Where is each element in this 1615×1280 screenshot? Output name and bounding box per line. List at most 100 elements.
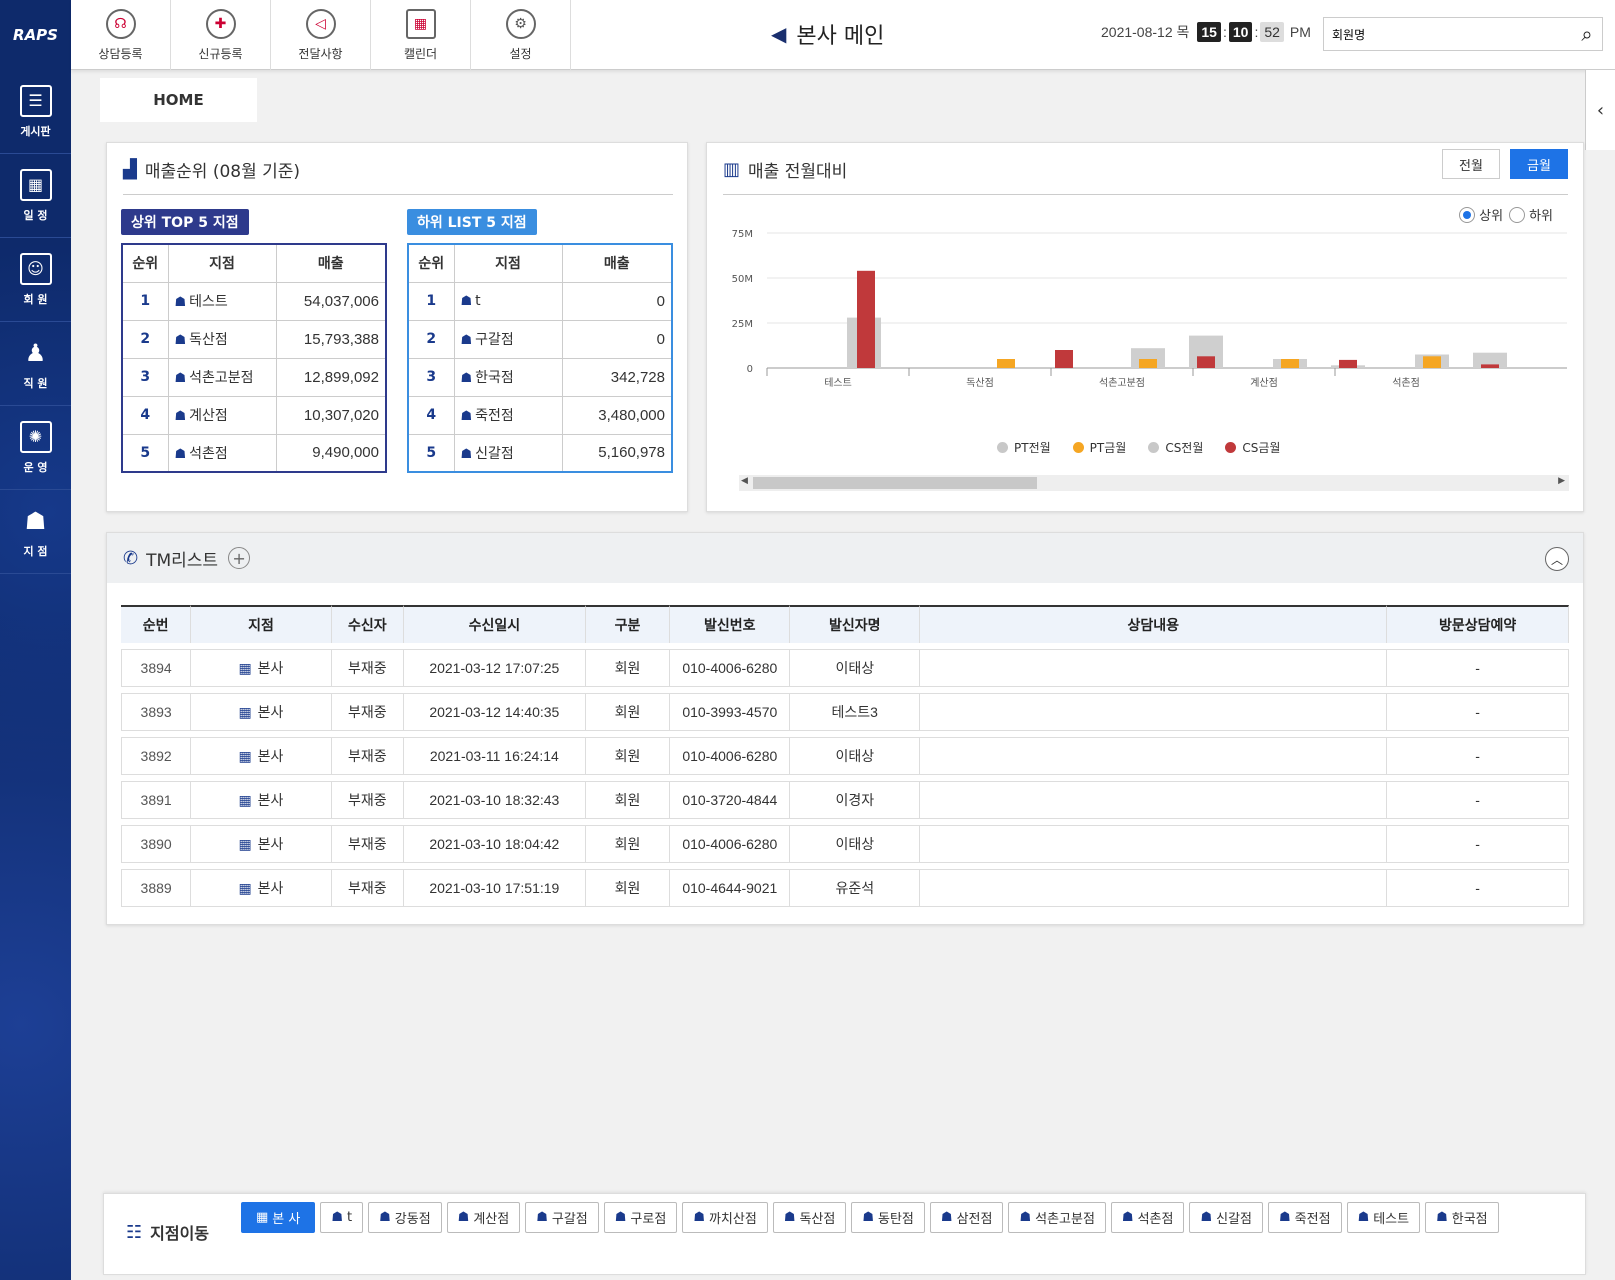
branch-button[interactable]: ☗석촌고분점 xyxy=(1008,1202,1105,1233)
column-header: 수신일시 xyxy=(404,605,586,643)
table-row[interactable]: 3894▦본사부재중2021-03-12 17:07:25회원010-4006-… xyxy=(121,649,1569,687)
branch-button[interactable]: ☗계산점 xyxy=(447,1202,521,1233)
legend-item[interactable]: PT전월 xyxy=(997,439,1051,456)
sidebar-item-board[interactable]: ☰ 게시판 xyxy=(0,70,71,154)
bar-pt-cur[interactable] xyxy=(1139,359,1157,368)
legend-item[interactable]: PT금월 xyxy=(1073,439,1127,456)
side-panel-toggle[interactable]: ‹ xyxy=(1585,70,1615,150)
cell-datetime: 2021-03-10 18:32:43 xyxy=(404,781,586,819)
amount-cell: 10,307,020 xyxy=(276,396,386,434)
legend-item[interactable]: CS금월 xyxy=(1225,439,1280,456)
branch-button[interactable]: ☗동탄점 xyxy=(851,1202,925,1233)
branch-button[interactable]: ☗삼전점 xyxy=(930,1202,1004,1233)
cell-receiver: 부재중 xyxy=(332,825,404,863)
legend-item[interactable]: CS전월 xyxy=(1148,439,1203,456)
branch-button[interactable]: ☗죽전점 xyxy=(1268,1202,1342,1233)
bar-cs-cur[interactable] xyxy=(1481,364,1499,368)
cell-visit: - xyxy=(1387,825,1569,863)
table-row[interactable]: 2☗독산점15,793,388 xyxy=(122,320,386,358)
sidebar-item-operation[interactable]: ✺ 운 영 xyxy=(0,406,71,490)
building-icon: ▦ xyxy=(238,704,251,720)
sidebar-item-schedule[interactable]: ▦ 일 정 xyxy=(0,154,71,238)
scroll-left-icon[interactable]: ◀ xyxy=(741,476,748,486)
amount-cell: 0 xyxy=(562,282,672,320)
cell-no: 3892 xyxy=(121,737,191,775)
branch-button[interactable]: ☗테스트 xyxy=(1347,1202,1421,1233)
low5-badge: 하위 LIST 5 지점 xyxy=(407,209,537,235)
cell-datetime: 2021-03-12 14:40:35 xyxy=(404,693,586,731)
menu-consult-register[interactable]: ☊ 상담등록 xyxy=(71,0,171,70)
radio-lower[interactable] xyxy=(1509,207,1525,223)
bar-cs-cur[interactable] xyxy=(1197,356,1215,368)
sidebar-item-label: 직 원 xyxy=(23,375,47,391)
table-row[interactable]: 5☗신갈점5,160,978 xyxy=(408,434,672,472)
bar-cs-cur[interactable] xyxy=(1055,350,1073,368)
table-row[interactable]: 3☗석촌고분점12,899,092 xyxy=(122,358,386,396)
bar-pt-cur[interactable] xyxy=(997,359,1015,368)
branch-button[interactable]: ☗구갈점 xyxy=(525,1202,599,1233)
bar-cs-cur[interactable] xyxy=(1339,360,1357,368)
table-row[interactable]: 3893▦본사부재중2021-03-12 14:40:35회원010-3993-… xyxy=(121,693,1569,731)
tab-home[interactable]: HOME xyxy=(100,78,257,122)
sidebar-item-member[interactable]: ☺ 회 원 xyxy=(0,238,71,322)
prev-month-button[interactable]: 전월 xyxy=(1442,149,1500,179)
menu-new-register[interactable]: ✚ 신규등록 xyxy=(171,0,271,70)
table-row[interactable]: 3889▦본사부재중2021-03-10 17:51:19회원010-4644-… xyxy=(121,869,1569,907)
current-month-button[interactable]: 금월 xyxy=(1510,149,1568,179)
bar-cs-cur[interactable] xyxy=(857,271,875,368)
logo[interactable]: RAPS xyxy=(0,0,71,70)
bar-pt-cur[interactable] xyxy=(1423,356,1441,368)
branch-button[interactable]: ▦본 사 xyxy=(241,1202,315,1233)
table-row[interactable]: 3892▦본사부재중2021-03-11 16:24:14회원010-4006-… xyxy=(121,737,1569,775)
table-row[interactable]: 5☗석촌점9,490,000 xyxy=(122,434,386,472)
branch-icon: ☗ xyxy=(20,505,52,537)
table-row[interactable]: 1☗t0 xyxy=(408,282,672,320)
branch-button[interactable]: ☗독산점 xyxy=(773,1202,847,1233)
branch-button-label: 강동점 xyxy=(395,1208,431,1227)
column-header: 순위 xyxy=(408,244,454,282)
add-tm-button[interactable]: + xyxy=(228,547,250,569)
scroll-right-icon[interactable]: ▶ xyxy=(1558,476,1565,486)
menu-notice[interactable]: ◁ 전달사항 xyxy=(271,0,371,70)
clock-second: 52 xyxy=(1260,22,1284,42)
branch-button[interactable]: ☗구로점 xyxy=(604,1202,678,1233)
legend-label: CS금월 xyxy=(1242,439,1280,456)
cell-receiver: 부재중 xyxy=(332,693,404,731)
table-row[interactable]: 3891▦본사부재중2021-03-10 18:32:43회원010-3720-… xyxy=(121,781,1569,819)
branch-name: 본사 xyxy=(258,836,284,852)
rank-cell: 2 xyxy=(408,320,454,358)
scroll-thumb[interactable] xyxy=(753,477,1037,489)
menu-calendar[interactable]: ▦ 캘린더 xyxy=(371,0,471,70)
branch-button[interactable]: ☗신갈점 xyxy=(1189,1202,1263,1233)
search-icon[interactable]: ⌕ xyxy=(1572,22,1602,46)
tm-list-header: ✆ TM리스트 + ︿ xyxy=(107,533,1583,583)
menu-settings[interactable]: ⚙ 설정 xyxy=(471,0,571,70)
sidebar-item-branch[interactable]: ☗ 지 점 xyxy=(0,490,71,574)
x-tick-label: 독산점 xyxy=(966,377,994,389)
branch-cell: ☗테스트 xyxy=(168,282,276,320)
table-row[interactable]: 1☗테스트54,037,006 xyxy=(122,282,386,320)
branch-button-label: 본 사 xyxy=(272,1208,300,1227)
chart-scrollbar[interactable]: ◀ ▶ xyxy=(739,475,1569,491)
table-row[interactable]: 2☗구갈점0 xyxy=(408,320,672,358)
table-row[interactable]: 4☗계산점10,307,020 xyxy=(122,396,386,434)
sidebar-item-staff[interactable]: ♟ 직 원 xyxy=(0,322,71,406)
radio-upper[interactable] xyxy=(1459,207,1475,223)
table-row[interactable]: 3890▦본사부재중2021-03-10 18:04:42회원010-4006-… xyxy=(121,825,1569,863)
page-title: ◀ 본사 메인 xyxy=(771,18,884,50)
cell-phone: 010-4006-6280 xyxy=(670,649,790,687)
branch-button[interactable]: ☗t xyxy=(320,1202,363,1233)
table-row[interactable]: 3☗한국점342,728 xyxy=(408,358,672,396)
branch-icon: ☗ xyxy=(1200,1210,1212,1225)
branch-button[interactable]: ☗한국점 xyxy=(1425,1202,1499,1233)
branch-button[interactable]: ☗까치산점 xyxy=(682,1202,768,1233)
branch-button[interactable]: ☗석촌점 xyxy=(1111,1202,1185,1233)
bar-pt-cur[interactable] xyxy=(1281,359,1299,368)
branch-button[interactable]: ☗강동점 xyxy=(368,1202,442,1233)
table-row[interactable]: 4☗죽전점3,480,000 xyxy=(408,396,672,434)
collapse-button[interactable]: ︿ xyxy=(1545,547,1569,571)
search-input[interactable] xyxy=(1324,27,1572,41)
low5-table: 순위 지점 매출 1☗t02☗구갈점03☗한국점342,7284☗죽전점3,48… xyxy=(407,243,673,473)
branch-name: 본사 xyxy=(258,660,284,676)
comparison-title: 매출 전월대비 xyxy=(748,157,847,182)
